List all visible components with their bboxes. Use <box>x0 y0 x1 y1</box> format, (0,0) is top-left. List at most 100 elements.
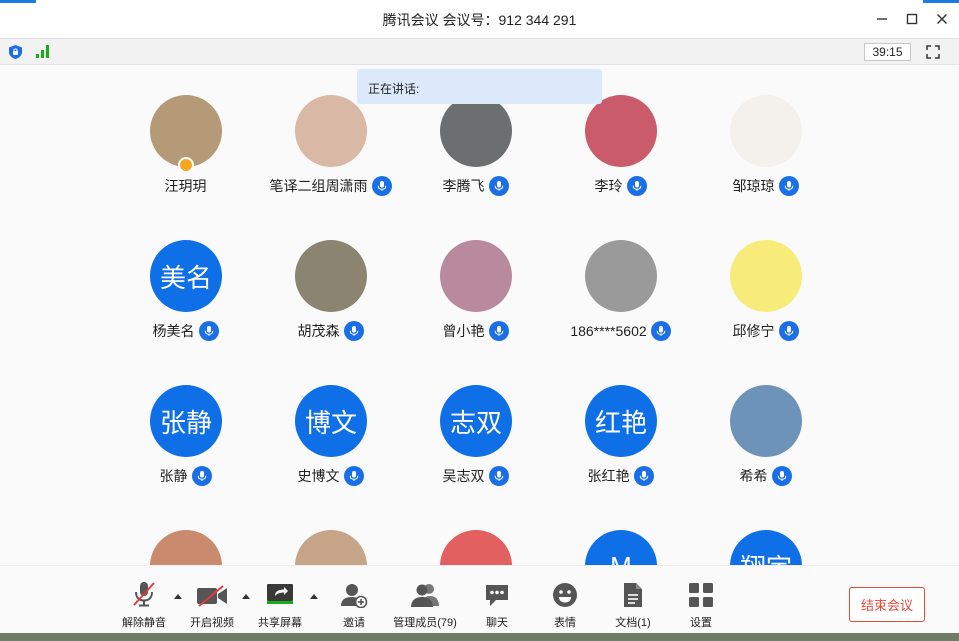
microphone-icon <box>494 181 503 191</box>
participant-name: 邹琼琼 <box>732 178 775 194</box>
manage-members-button[interactable]: 管理成员(79) <box>393 580 457 630</box>
share-screen-label: 共享屏幕 <box>258 617 302 629</box>
participant-tile[interactable] <box>113 500 258 565</box>
participant-avatar: M <box>585 530 657 565</box>
settings-label: 设置 <box>690 617 712 629</box>
participant-name-row: 希希 <box>683 466 848 486</box>
status-bar: 39:15 <box>0 38 959 65</box>
participant-avatar <box>440 530 512 565</box>
microphone-icon <box>777 471 786 481</box>
microphone-icon <box>349 471 358 481</box>
microphone-icon <box>494 326 503 336</box>
microphone-status-icon <box>633 466 654 486</box>
participant-tile[interactable]: 志双 吴志双 <box>403 355 548 486</box>
title-bar: 腾讯会议 会议号：912 344 291 <box>0 0 959 38</box>
fullscreen-icon[interactable] <box>926 45 940 59</box>
participant-tile[interactable]: 胡茂森 <box>258 210 403 341</box>
network-signal-icon[interactable] <box>35 44 51 59</box>
participant-avatar <box>730 95 802 167</box>
participant-avatar: 博文 <box>295 385 367 457</box>
security-shield-icon[interactable] <box>8 44 23 60</box>
participant-avatar <box>730 240 802 312</box>
participant-name: 汪玥玥 <box>164 178 207 194</box>
share-screen-icon <box>267 584 293 604</box>
invite-label: 邀请 <box>343 617 365 629</box>
microphone-icon <box>197 471 206 481</box>
participant-avatar: 翔宇 <box>730 530 802 565</box>
participant-name: 希希 <box>739 468 768 484</box>
document-icon <box>624 583 642 607</box>
invite-button[interactable]: 邀请 <box>340 580 368 630</box>
participant-grid: 汪玥玥 笔译二组周潇雨 李腾飞 李玲 邹琼琼 美名 杨美名 胡茂森 曾小艳 186****5602… <box>0 65 959 565</box>
smiley-icon <box>553 583 577 607</box>
chat-button[interactable]: 聊天 <box>483 580 511 630</box>
microphone-icon <box>639 471 648 481</box>
start-video-button[interactable]: 开启视频 <box>190 580 234 630</box>
participant-tile[interactable]: 汪玥玥 <box>113 65 258 194</box>
participant-tile[interactable]: 张静 张静 <box>113 355 258 486</box>
share-screen-button[interactable]: 共享屏幕 <box>258 580 302 630</box>
participant-avatar <box>730 385 802 457</box>
microphone-muted-icon <box>133 582 155 607</box>
participant-name-row: 吴志双 <box>393 466 558 486</box>
close-button[interactable] <box>932 9 952 29</box>
microphone-status-icon <box>778 321 799 341</box>
microphone-status-icon <box>198 321 219 341</box>
speaking-indicator: 正在讲话: <box>357 69 602 104</box>
participant-name-row: 邱修宁 <box>683 321 848 341</box>
participant-avatar <box>440 95 512 167</box>
video-options-caret[interactable] <box>242 594 250 599</box>
participant-name: 胡茂森 <box>297 323 340 339</box>
microphone-status-icon <box>488 321 509 341</box>
participant-avatar: 志双 <box>440 385 512 457</box>
participant-name: 186****5602 <box>570 323 647 339</box>
microphone-status-icon <box>343 466 364 486</box>
participant-tile[interactable]: 红艳 张红艳 <box>548 355 693 486</box>
add-user-icon <box>341 584 368 608</box>
participant-tile[interactable]: 曾小艳 <box>403 210 548 341</box>
participant-avatar <box>150 530 222 565</box>
participant-tile[interactable]: 博文 史博文 <box>258 355 403 486</box>
maximize-button[interactable] <box>902 9 922 29</box>
unmute-label: 解除静音 <box>122 617 166 629</box>
participant-tile[interactable]: 翔宇 <box>693 500 838 565</box>
manage-members-label: 管理成员(79) <box>393 617 457 629</box>
participant-name: 史博文 <box>297 468 340 484</box>
start-video-label: 开启视频 <box>190 617 234 629</box>
participant-tile[interactable]: M <box>548 500 693 565</box>
participant-name-row: 曾小艳 <box>393 321 558 341</box>
participant-avatar <box>440 240 512 312</box>
share-options-caret[interactable] <box>310 594 318 599</box>
docs-button[interactable]: 文档(1) <box>614 580 652 630</box>
audio-options-caret[interactable] <box>174 594 182 599</box>
minimize-button[interactable] <box>872 9 892 29</box>
participant-avatar: 红艳 <box>585 385 657 457</box>
end-meeting-button[interactable]: 结束会议 <box>849 587 925 622</box>
host-badge-icon <box>178 157 194 173</box>
participant-tile[interactable]: 希希 <box>693 355 838 486</box>
microphone-icon <box>656 326 665 336</box>
microphone-icon <box>784 181 793 191</box>
participant-name-row: 张红艳 <box>538 466 703 486</box>
settings-button[interactable]: 设置 <box>687 580 715 630</box>
participant-name-row: 李腾飞 <box>393 176 558 196</box>
participant-tile[interactable]: 邹琼琼 <box>693 65 838 196</box>
participant-name: 邱修宁 <box>732 323 775 339</box>
participant-tile[interactable] <box>403 500 548 565</box>
participant-tile[interactable] <box>258 500 403 565</box>
participant-tile[interactable]: 186****5602 <box>548 210 693 341</box>
participant-tile[interactable]: 美名 杨美名 <box>113 210 258 341</box>
reactions-button[interactable]: 表情 <box>551 580 579 630</box>
video-off-icon <box>197 585 227 607</box>
participant-name-row: 史博文 <box>248 466 413 486</box>
speaking-label: 正在讲话: <box>368 82 420 96</box>
participant-name-row: 胡茂森 <box>248 321 413 341</box>
participant-tile[interactable]: 邱修宁 <box>693 210 838 341</box>
participant-avatar <box>585 95 657 167</box>
microphone-status-icon <box>343 321 364 341</box>
participant-name: 吴志双 <box>442 468 485 484</box>
participant-name: 杨美名 <box>152 323 195 339</box>
participant-avatar: 张静 <box>150 385 222 457</box>
microphone-icon <box>349 326 358 336</box>
unmute-button[interactable]: 解除静音 <box>122 580 166 630</box>
